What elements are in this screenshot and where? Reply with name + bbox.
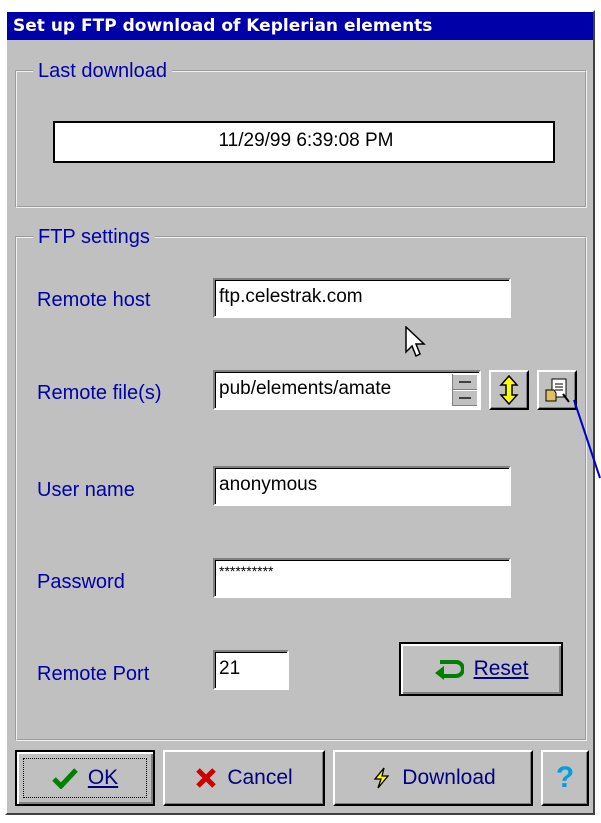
- spinner-up[interactable]: [453, 374, 477, 390]
- ok-button[interactable]: OK: [15, 750, 155, 806]
- password-input[interactable]: **********: [213, 558, 511, 598]
- spinner-down[interactable]: [453, 390, 477, 406]
- up-down-arrows-icon: [499, 375, 519, 405]
- user-name-label: User name: [37, 479, 135, 501]
- last-download-text: 11/29/99 6:39:08 PM: [218, 130, 394, 151]
- ftp-setup-dialog: Set up FTP download of Keplerian element…: [5, 10, 601, 815]
- reset-arrow-icon: [434, 660, 464, 680]
- remote-files-label: Remote file(s): [37, 382, 162, 404]
- remote-host-input[interactable]: ftp.celestrak.com: [213, 278, 511, 318]
- annotation-line: [573, 399, 601, 479]
- password-label: Password: [37, 571, 125, 593]
- remote-host-label: Remote host: [37, 289, 151, 311]
- remote-files-value: pub/elements/amate: [219, 378, 392, 399]
- help-icon: ?: [555, 761, 575, 794]
- password-value: **********: [219, 563, 274, 579]
- x-icon: [196, 768, 217, 788]
- last-download-group-title: Last download: [33, 59, 172, 83]
- remote-files-spinner[interactable]: [452, 374, 477, 406]
- ftp-settings-group-title: FTP settings: [33, 225, 155, 249]
- dialog-title: Set up FTP download of Keplerian element…: [7, 12, 593, 40]
- last-download-value: 11/29/99 6:39:08 PM: [53, 121, 555, 163]
- remote-port-label: Remote Port: [37, 663, 150, 685]
- user-name-input[interactable]: anonymous: [213, 466, 511, 506]
- remote-files-input[interactable]: pub/elements/amate: [213, 370, 481, 410]
- focus-rect: [23, 758, 147, 798]
- browse-files-button[interactable]: [537, 370, 577, 410]
- reset-label: Reset: [473, 657, 529, 680]
- remote-port-input[interactable]: 21: [213, 650, 289, 690]
- help-button[interactable]: ?: [541, 750, 589, 806]
- lightning-icon: [373, 767, 390, 789]
- download-label: Download: [402, 766, 496, 789]
- cancel-label: Cancel: [227, 766, 293, 789]
- mouse-cursor-icon: [405, 326, 426, 358]
- file-browse-icon: [545, 378, 570, 403]
- reset-button[interactable]: Reset: [399, 642, 563, 696]
- reorder-files-button[interactable]: [489, 370, 529, 410]
- download-button[interactable]: Download: [333, 750, 533, 806]
- cancel-button[interactable]: Cancel: [163, 750, 325, 806]
